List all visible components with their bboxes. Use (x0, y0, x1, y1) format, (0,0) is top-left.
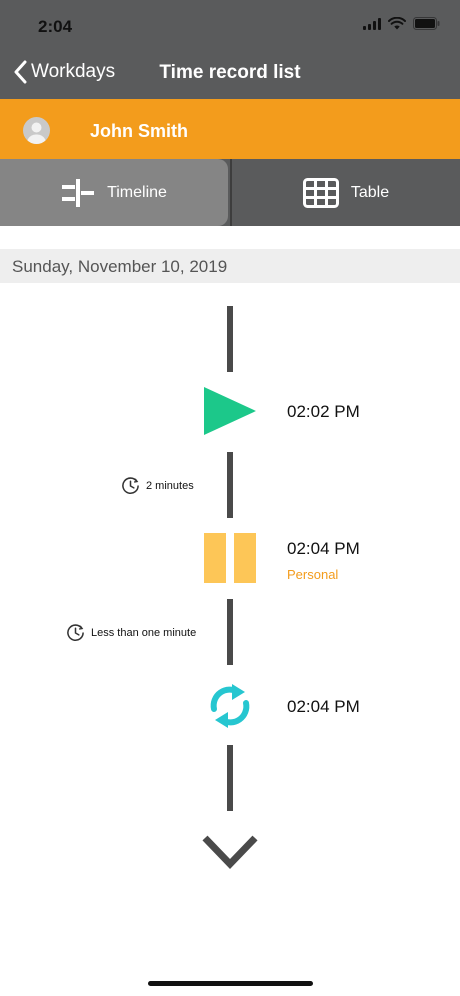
cellular-signal-icon (363, 17, 381, 30)
event-category-tag: Personal (287, 567, 339, 582)
user-name: John Smith (90, 121, 188, 141)
person-icon (26, 122, 47, 144)
clock-icon (122, 477, 139, 494)
duration-text: Less than one minute (91, 626, 197, 639)
tab-table[interactable]: Table (232, 159, 460, 226)
event-time: 02:04 PM (287, 539, 360, 558)
tab-timeline-label: Timeline (107, 183, 167, 201)
timeline-icon (62, 178, 95, 207)
pause-icon[interactable] (204, 533, 256, 583)
timeline-segment (227, 599, 233, 665)
duration-label: 2 minutes (121, 476, 194, 495)
clock-icon (67, 624, 84, 641)
status-time: 2:04 (38, 17, 73, 36)
chevron-down-icon[interactable] (202, 834, 258, 870)
tab-table-label: Table (350, 183, 390, 201)
table-grid-icon (302, 177, 339, 208)
tab-timeline[interactable]: Timeline (0, 159, 228, 226)
play-icon[interactable] (203, 386, 257, 436)
avatar[interactable] (23, 117, 50, 144)
top-header: 2:04 Workdays Time record list (0, 0, 460, 99)
date-header-text: Sunday, November 10, 2019 (12, 257, 228, 276)
timeline-segment (227, 306, 233, 372)
refresh-icon[interactable] (208, 680, 252, 732)
event-time: 02:04 PM (287, 697, 360, 716)
user-bar: John Smith (0, 99, 460, 159)
event-time: 02:02 PM (287, 402, 360, 421)
page-title: Time record list (159, 62, 301, 83)
duration-label: Less than one minute (66, 623, 196, 642)
timeline-segment (227, 452, 233, 518)
timeline-segment (227, 745, 233, 811)
battery-icon (413, 17, 440, 30)
home-indicator (148, 981, 313, 986)
date-header: Sunday, November 10, 2019 (0, 249, 460, 283)
view-tabs: Timeline Table (0, 159, 460, 226)
status-icons (363, 17, 440, 30)
wifi-icon (388, 17, 406, 30)
duration-text: 2 minutes (146, 479, 194, 492)
